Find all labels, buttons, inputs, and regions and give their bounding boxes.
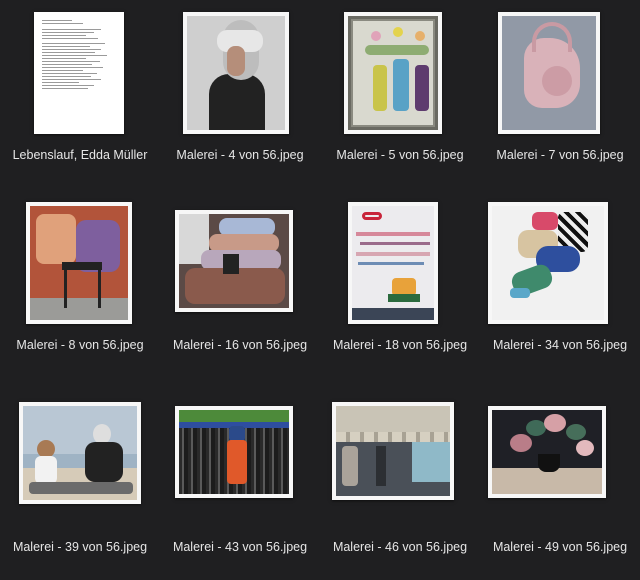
file-item-malerei-7[interactable]: Malerei - 7 von 56.jpeg bbox=[480, 0, 640, 188]
painting-child-wall bbox=[179, 410, 289, 494]
painting-chair-clothes bbox=[30, 206, 128, 320]
thumbnail-frame bbox=[348, 202, 438, 324]
file-label: Malerei - 43 von 56.jpeg bbox=[172, 540, 308, 554]
file-item-malerei-46[interactable]: Malerei - 46 von 56.jpeg bbox=[320, 392, 480, 580]
file-item-malerei-16[interactable]: Malerei - 16 von 56.jpeg bbox=[160, 190, 320, 378]
thumbnail-area bbox=[0, 0, 160, 138]
thumbnail-area bbox=[320, 392, 480, 530]
file-grid: Lebenslauf, Edda Müller Malerei - 4 von … bbox=[0, 0, 640, 564]
thumbnail-area bbox=[160, 0, 320, 138]
file-item-malerei-43[interactable]: Malerei - 43 von 56.jpeg bbox=[160, 392, 320, 580]
painting-flower-pot bbox=[492, 410, 602, 494]
thumbnail-area bbox=[480, 392, 640, 530]
thumbnail-area bbox=[160, 190, 320, 328]
file-label: Malerei - 18 von 56.jpeg bbox=[332, 338, 468, 352]
thumbnail-area bbox=[160, 392, 320, 530]
thumbnail-area bbox=[320, 190, 480, 328]
file-item-malerei-8[interactable]: Malerei - 8 von 56.jpeg bbox=[0, 190, 160, 378]
thumbnail-frame bbox=[488, 406, 606, 498]
painting-woman-headscarf bbox=[187, 16, 285, 130]
painting-pillow-stack bbox=[179, 214, 289, 308]
file-label: Malerei - 39 von 56.jpeg bbox=[12, 540, 148, 554]
file-label: Malerei - 4 von 56.jpeg bbox=[176, 148, 304, 162]
painting-pink-bag bbox=[502, 16, 596, 130]
thumbnail-frame bbox=[488, 202, 608, 324]
file-item-malerei-18[interactable]: Malerei - 18 von 56.jpeg bbox=[320, 190, 480, 378]
thumbnail-area bbox=[480, 0, 640, 138]
file-label: Malerei - 46 von 56.jpeg bbox=[332, 540, 468, 554]
file-label: Malerei - 8 von 56.jpeg bbox=[16, 338, 144, 352]
thumbnail-area bbox=[0, 392, 160, 530]
painting-tulips-bottles bbox=[348, 16, 438, 130]
file-item-lebenslauf[interactable]: Lebenslauf, Edda Müller bbox=[0, 0, 160, 188]
file-item-malerei-49[interactable]: Malerei - 49 von 56.jpeg bbox=[480, 392, 640, 580]
thumbnail-frame bbox=[26, 202, 132, 324]
thumbnail-frame bbox=[175, 210, 293, 312]
painting-awning-facade bbox=[336, 406, 450, 496]
thumbnail-frame bbox=[344, 12, 442, 134]
document-icon bbox=[34, 12, 124, 134]
file-item-malerei-34[interactable]: Malerei - 34 von 56.jpeg bbox=[480, 190, 640, 378]
painting-fabric-still-life bbox=[492, 206, 604, 320]
painting-abstract-reflection bbox=[352, 206, 434, 320]
thumbnail-area bbox=[480, 190, 640, 328]
thumbnail-frame bbox=[332, 402, 454, 500]
thumbnail-area bbox=[0, 190, 160, 328]
thumbnail-area bbox=[320, 0, 480, 138]
file-label: Malerei - 49 von 56.jpeg bbox=[492, 540, 628, 554]
file-label: Malerei - 5 von 56.jpeg bbox=[336, 148, 464, 162]
thumbnail-frame bbox=[175, 406, 293, 498]
file-label: Malerei - 34 von 56.jpeg bbox=[492, 338, 628, 352]
file-item-malerei-4[interactable]: Malerei - 4 von 56.jpeg bbox=[160, 0, 320, 188]
thumbnail-frame bbox=[19, 402, 141, 504]
file-label: Lebenslauf, Edda Müller bbox=[12, 148, 148, 162]
thumbnail-frame bbox=[183, 12, 289, 134]
file-label: Malerei - 7 von 56.jpeg bbox=[496, 148, 624, 162]
file-label: Malerei - 16 von 56.jpeg bbox=[172, 338, 308, 352]
file-item-malerei-5[interactable]: Malerei - 5 von 56.jpeg bbox=[320, 0, 480, 188]
thumbnail-frame bbox=[498, 12, 600, 134]
file-item-malerei-39[interactable]: Malerei - 39 von 56.jpeg bbox=[0, 392, 160, 580]
painting-beach-figures bbox=[23, 406, 137, 500]
